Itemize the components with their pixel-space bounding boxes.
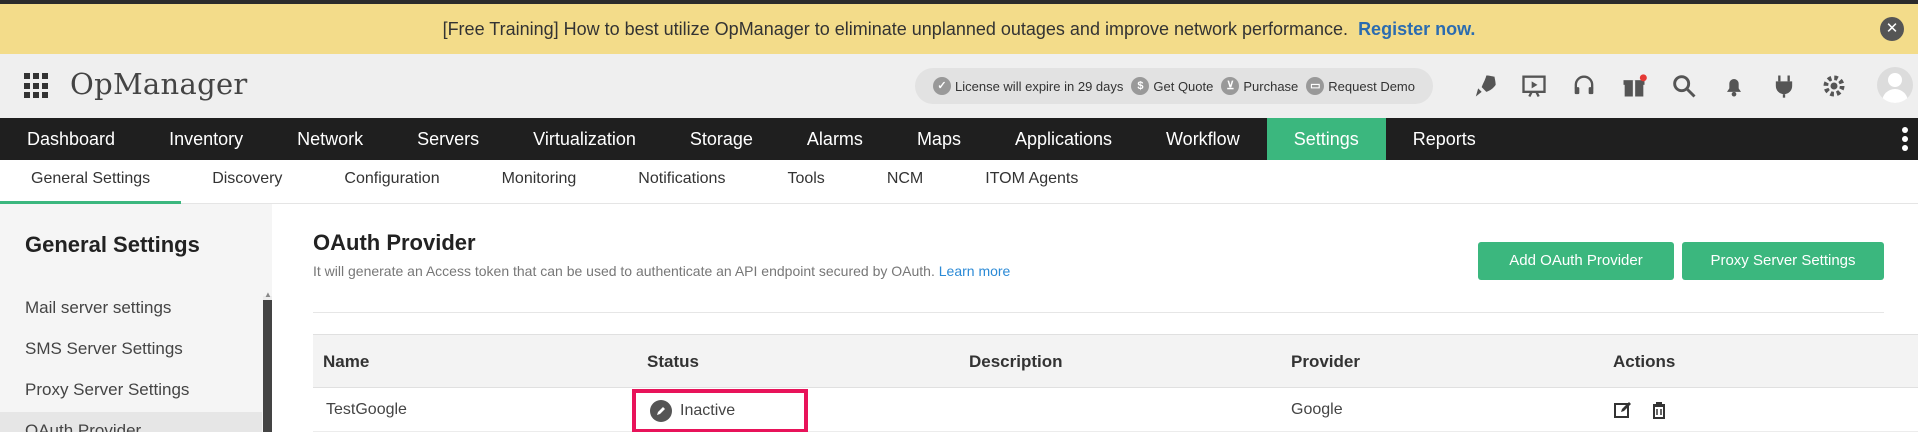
edit-icon[interactable] — [1613, 400, 1633, 420]
sidebar: General Settings Mail server settings SM… — [0, 204, 272, 432]
status-highlight: Inactive — [632, 389, 808, 432]
request-demo-label: Request Demo — [1328, 78, 1415, 94]
page-title: OAuth Provider — [313, 230, 476, 255]
gear-icon[interactable] — [1816, 68, 1852, 104]
cell-provider: Google — [1291, 401, 1343, 418]
license-text: License will expire in 29 days — [955, 78, 1124, 94]
nav-virtualization[interactable]: Virtualization — [506, 118, 663, 160]
bell-icon[interactable] — [1716, 68, 1752, 104]
presentation-icon[interactable] — [1516, 68, 1552, 104]
nav-storage[interactable]: Storage — [663, 118, 780, 160]
rocket-icon[interactable] — [1466, 68, 1502, 104]
cell-status: Inactive — [680, 402, 736, 419]
banner-text: [Free Training] How to best utilize OpMa… — [442, 18, 1349, 39]
support-headset-icon[interactable] — [1566, 68, 1602, 104]
nav-maps[interactable]: Maps — [890, 118, 988, 160]
tab-ncm[interactable]: NCM — [856, 160, 954, 204]
request-demo-link[interactable]: ▭ Request Demo — [1306, 77, 1415, 95]
get-quote-link[interactable]: $ Get Quote — [1131, 77, 1213, 95]
sidebar-item-oauth-provider[interactable]: OAuth Provider — [25, 421, 141, 432]
avatar[interactable] — [1877, 67, 1913, 103]
table-header: Name Status Description Provider Actions — [313, 334, 1918, 388]
register-link[interactable]: Register now. — [1358, 19, 1475, 40]
nav-workflow[interactable]: Workflow — [1139, 118, 1267, 160]
app-header: OpManager ✓ License will expire in 29 da… — [0, 54, 1918, 118]
app-grid-icon[interactable] — [24, 73, 50, 99]
proxy-server-settings-button[interactable]: Proxy Server Settings — [1682, 242, 1884, 280]
tab-itom-agents[interactable]: ITOM Agents — [954, 160, 1109, 204]
nav-applications[interactable]: Applications — [988, 118, 1139, 160]
nav-settings[interactable]: Settings — [1266, 118, 1386, 160]
inactive-icon — [650, 400, 672, 422]
sidebar-item-proxy-server[interactable]: Proxy Server Settings — [25, 380, 189, 400]
page-description: It will generate an Access token that ca… — [313, 263, 1010, 279]
tab-general-settings[interactable]: General Settings — [0, 160, 182, 204]
column-header-provider[interactable]: Provider — [1291, 335, 1360, 389]
demo-icon: ▭ — [1306, 77, 1325, 95]
cart-icon: ⊻ — [1221, 77, 1240, 95]
sidebar-title: General Settings — [25, 232, 200, 257]
column-header-name[interactable]: Name — [323, 335, 369, 389]
gift-icon[interactable] — [1616, 68, 1652, 104]
tab-monitoring[interactable]: Monitoring — [471, 160, 608, 204]
sidebar-item-sms-server[interactable]: SMS Server Settings — [25, 339, 183, 359]
purchase-label: Purchase — [1243, 78, 1299, 94]
column-header-actions: Actions — [1613, 352, 1676, 371]
get-quote-label: Get Quote — [1153, 78, 1214, 94]
app-title: OpManager — [70, 67, 248, 101]
cell-name[interactable]: TestGoogle — [326, 388, 407, 432]
column-header-description[interactable]: Description — [969, 335, 1063, 389]
tab-notifications[interactable]: Notifications — [607, 160, 756, 204]
promo-banner: [Free Training] How to best utilize OpMa… — [0, 4, 1918, 54]
nav-inventory[interactable]: Inventory — [142, 118, 270, 160]
license-status[interactable]: ✓ License will expire in 29 days — [933, 77, 1123, 95]
main-nav: Dashboard Inventory Network Servers Virt… — [0, 118, 1918, 160]
dollar-icon: $ — [1131, 77, 1150, 95]
license-icon: ✓ — [933, 77, 951, 95]
nav-reports[interactable]: Reports — [1386, 118, 1503, 160]
add-oauth-provider-button[interactable]: Add OAuth Provider — [1478, 242, 1674, 280]
divider — [313, 312, 1884, 313]
tab-discovery[interactable]: Discovery — [181, 160, 313, 204]
tab-configuration[interactable]: Configuration — [313, 160, 470, 204]
header-icons — [1466, 68, 1866, 104]
search-icon[interactable] — [1666, 68, 1702, 104]
main-content: OAuth Provider It will generate an Acces… — [272, 204, 1918, 432]
nav-alarms[interactable]: Alarms — [780, 118, 890, 160]
more-menu-icon[interactable] — [1902, 127, 1910, 151]
delete-icon[interactable] — [1649, 400, 1669, 420]
learn-more-link[interactable]: Learn more — [939, 263, 1011, 279]
nav-servers[interactable]: Servers — [390, 118, 506, 160]
nav-dashboard[interactable]: Dashboard — [0, 118, 142, 160]
description-text: It will generate an Access token that ca… — [313, 263, 935, 279]
table-row[interactable]: TestGoogle Inactive Google — [313, 388, 1918, 432]
plugin-icon[interactable] — [1766, 68, 1802, 104]
sidebar-scrollbar-thumb[interactable] — [263, 300, 272, 432]
scroll-up-icon[interactable]: ▲ — [264, 290, 272, 299]
sub-nav: General Settings Discovery Configuration… — [0, 160, 1918, 204]
license-bar: ✓ License will expire in 29 days $ Get Q… — [915, 68, 1433, 104]
purchase-link[interactable]: ⊻ Purchase — [1221, 77, 1298, 95]
close-icon[interactable]: ✕ — [1880, 17, 1904, 41]
nav-network[interactable]: Network — [270, 118, 390, 160]
tab-tools[interactable]: Tools — [756, 160, 855, 204]
sidebar-item-mail-server[interactable]: Mail server settings — [25, 298, 171, 318]
column-header-status[interactable]: Status — [647, 335, 699, 389]
oauth-table: Name Status Description Provider Actions… — [313, 334, 1918, 432]
